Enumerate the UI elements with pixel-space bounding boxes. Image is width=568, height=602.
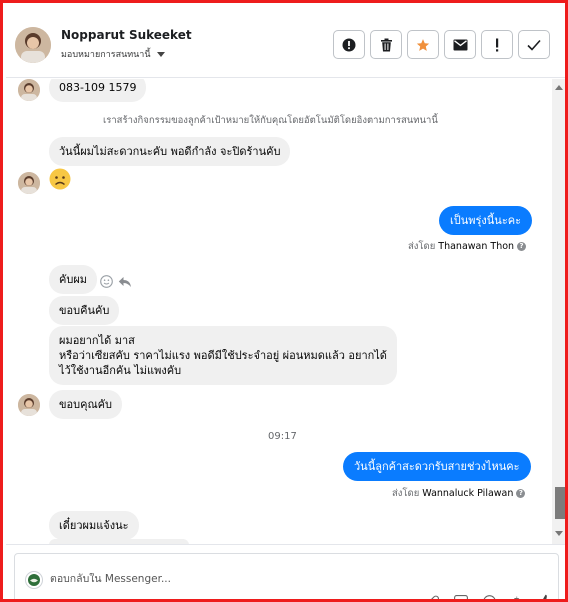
message-thread[interactable]: 083-109 1579 เราสร้างกิจกรรมของลูกค้าเป้… [6, 79, 552, 544]
assign-dropdown[interactable]: มอบหมายการสนทนานี้ [61, 47, 165, 61]
attach-icon[interactable] [425, 594, 441, 599]
sent-by-label: ส่งโดย Wannaluck Pilawan ? [392, 486, 526, 501]
message-bubble-outgoing[interactable]: เป็นพรุ่งนี้นะคะ [439, 206, 533, 235]
spam-icon [342, 38, 356, 51]
sender-name: Wannaluck Pilawan [422, 488, 514, 499]
star-button[interactable] [407, 30, 439, 59]
info-icon[interactable]: ? [517, 242, 527, 251]
message-bubble[interactable]: 083-109 1579 [49, 79, 147, 102]
emoji-icon[interactable] [481, 594, 497, 599]
avatar [18, 79, 40, 101]
delete-button[interactable] [370, 30, 402, 59]
check-icon [527, 39, 541, 51]
sad-face-icon [49, 168, 71, 190]
contact-name[interactable]: Nopparut Sukeeket [61, 28, 192, 42]
timestamp: 09:17 [268, 431, 297, 442]
composer: ฿ [6, 544, 565, 600]
info-icon[interactable]: ? [516, 489, 526, 498]
message-bubble[interactable]: ขอบคุณคับ [49, 390, 123, 419]
message-bubble[interactable]: วันนี้ผมไม่สะดวกนะคับ พอดีกำลัง จะปิดร้า… [49, 137, 291, 166]
message-bubble[interactable]: ผมอยากได้ มาส หรือว่าเซียสคับ ราคาไม่แรง… [49, 326, 397, 385]
message-bubble[interactable]: ขอบคืนคับ [49, 296, 120, 325]
alert-button[interactable] [481, 30, 513, 59]
message-line: ไว้ใช้งานอีกคัน ไม่แพงคับ [59, 364, 182, 377]
message-bubble-outgoing[interactable]: วันนี้ลูกค้าสะดวกรับสายช่วงไหนคะ [343, 452, 531, 481]
avatar [18, 172, 40, 194]
mail-icon [453, 39, 467, 50]
message-bubble[interactable]: เดี๋ยวผมแจ้งนะ [49, 511, 139, 540]
chevron-down-icon [156, 51, 165, 57]
sent-by-label: ส่งโดย Thanawan Thon ? [408, 239, 527, 254]
payment-icon[interactable]: ฿ [509, 594, 525, 600]
app-frame: Nopparut Sukeeket มอบหมายการสนทนานี้ 083… [0, 0, 568, 602]
sent-by-prefix: ส่งโดย [408, 241, 436, 252]
toolbar [333, 30, 550, 59]
message-line: หรือว่าเซียสคับ ราคาไม่แรง พอดีมีใช้ประจ… [59, 349, 387, 362]
messenger-icon [25, 571, 43, 589]
mail-button[interactable] [444, 30, 476, 59]
composer-tools: ฿ [425, 594, 553, 600]
message-bubble[interactable]: คับผม [49, 265, 98, 294]
avatar[interactable] [15, 27, 51, 63]
assign-label: มอบหมายการสนทนานี้ [61, 50, 151, 60]
done-button[interactable] [518, 30, 550, 59]
sender-name: Thanawan Thon [438, 241, 515, 252]
scroll-thumb[interactable] [555, 487, 565, 519]
spam-button[interactable] [333, 30, 365, 59]
system-note: เราสร้างกิจกรรมของลูกค้าเป้าหมายให้กับคุ… [103, 115, 438, 126]
sent-by-prefix: ส่งโดย [392, 488, 420, 499]
alert-icon [496, 38, 499, 51]
scrollbar[interactable] [552, 79, 565, 544]
reply-box[interactable]: ฿ [14, 553, 559, 600]
scroll-down-icon[interactable] [555, 531, 563, 536]
like-icon[interactable] [537, 594, 553, 599]
scroll-up-icon[interactable] [555, 85, 563, 90]
react-icon[interactable] [100, 275, 113, 288]
reply-input[interactable] [50, 573, 430, 585]
star-icon [416, 38, 430, 51]
message-line: ผมอยากได้ มาส [59, 334, 135, 347]
conversation-header: Nopparut Sukeeket มอบหมายการสนทนานี้ [6, 6, 565, 78]
avatar [18, 394, 40, 416]
trash-icon [380, 38, 392, 51]
saved-replies-icon[interactable] [453, 594, 469, 599]
reply-icon[interactable] [118, 276, 132, 288]
